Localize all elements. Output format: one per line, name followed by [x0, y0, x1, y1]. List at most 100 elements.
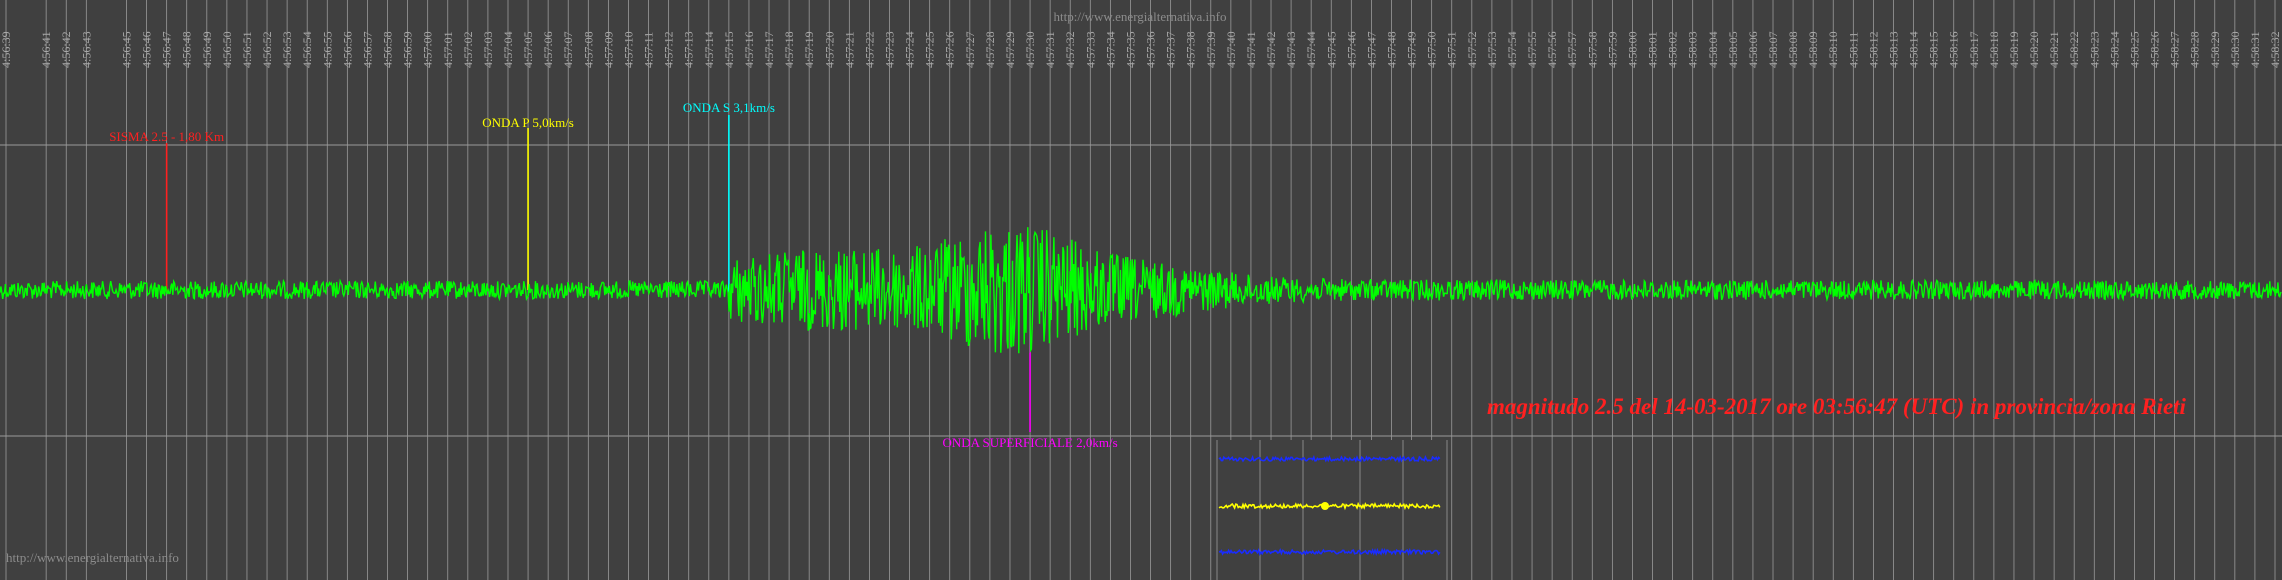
x-tick-label: 4:58:09: [1806, 31, 1820, 68]
watermark-top: http://www.energialternativa.info: [1054, 9, 1227, 24]
x-tick-label: 4:56:39: [0, 31, 13, 68]
x-tick-label: 4:58:30: [2228, 31, 2242, 68]
x-tick-label: 4:57:39: [1204, 31, 1218, 68]
x-tick-label: 4:58:16: [1947, 31, 1961, 68]
x-tick-label: 4:57:57: [1565, 31, 1579, 68]
x-tick-label: 4:58:05: [1726, 31, 1740, 68]
x-tick-label: 4:56:54: [300, 31, 314, 68]
x-tick-label: 4:57:09: [601, 31, 615, 68]
x-tick-label: 4:57:17: [762, 31, 776, 68]
x-tick-label: 4:58:20: [2027, 31, 2041, 68]
x-tick-label: 4:58:08: [1786, 31, 1800, 68]
x-tick-label: 4:57:29: [1003, 31, 1017, 68]
x-tick-label: 4:56:55: [320, 31, 334, 68]
watermark-bottom: http://www.energialternativa.info: [6, 550, 179, 565]
x-tick-label: 4:57:02: [461, 31, 475, 68]
x-tick-label: 4:58:14: [1907, 31, 1921, 68]
x-tick-label: 4:57:42: [1264, 31, 1278, 68]
x-tick-label: 4:58:00: [1625, 31, 1639, 68]
x-tick-label: 4:58:18: [1987, 31, 2001, 68]
x-tick-label: 4:56:50: [220, 31, 234, 68]
x-tick-label: 4:57:38: [1184, 31, 1198, 68]
x-tick-label: 4:58:22: [2067, 31, 2081, 68]
x-tick-label: 4:56:53: [280, 31, 294, 68]
x-tick-label: 4:56:49: [200, 31, 214, 68]
x-tick-label: 4:57:06: [541, 31, 555, 68]
x-tick-label: 4:57:13: [682, 31, 696, 68]
x-tick-label: 4:57:58: [1585, 31, 1599, 68]
x-tick-label: 4:56:43: [79, 31, 93, 68]
x-tick-label: 4:57:22: [862, 31, 876, 68]
x-tick-label: 4:57:36: [1144, 31, 1158, 68]
x-tick-label: 4:57:48: [1384, 31, 1398, 68]
x-tick-label: 4:57:33: [1083, 31, 1097, 68]
x-tick-label: 4:58:27: [2168, 31, 2182, 68]
x-tick-label: 4:57:59: [1605, 31, 1619, 68]
marker-label: SISMA 2.5 - 1,80 Km: [109, 129, 224, 144]
x-tick-label: 4:58:07: [1766, 31, 1780, 68]
x-tick-label: 4:56:58: [381, 31, 395, 68]
x-tick-label: 4:57:00: [421, 31, 435, 68]
x-tick-label: 4:56:46: [140, 31, 154, 68]
x-tick-label: 4:57:37: [1164, 31, 1178, 68]
x-tick-label: 4:57:07: [561, 31, 575, 68]
x-tick-label: 4:57:45: [1324, 31, 1338, 68]
x-tick-label: 4:57:19: [802, 31, 816, 68]
x-tick-label: 4:57:11: [642, 32, 656, 68]
x-tick-label: 4:56:48: [180, 31, 194, 68]
x-tick-label: 4:57:24: [903, 31, 917, 68]
x-tick-label: 4:57:14: [702, 31, 716, 68]
x-tick-label: 4:57:46: [1344, 31, 1358, 68]
x-tick-label: 4:58:32: [2268, 31, 2282, 68]
x-tick-label: 4:57:51: [1445, 31, 1459, 68]
x-tick-label: 4:56:41: [39, 31, 53, 68]
x-tick-label: 4:57:53: [1485, 31, 1499, 68]
x-tick-label: 4:58:21: [2047, 31, 2061, 68]
x-tick-label: 4:56:47: [160, 31, 174, 68]
x-tick-label: 4:57:56: [1545, 31, 1559, 68]
x-tick-label: 4:56:51: [240, 31, 254, 68]
x-tick-label: 4:58:29: [2208, 31, 2222, 68]
x-tick-label: 4:57:35: [1123, 31, 1137, 68]
x-tick-label: 4:58:23: [2087, 31, 2101, 68]
x-tick-label: 4:58:11: [1846, 32, 1860, 68]
x-tick-label: 4:58:24: [2107, 31, 2121, 68]
x-tick-label: 4:58:31: [2248, 31, 2262, 68]
x-tick-label: 4:57:44: [1304, 31, 1318, 68]
x-tick-label: 4:58:01: [1646, 31, 1660, 68]
x-tick-label: 4:57:49: [1405, 31, 1419, 68]
x-tick-label: 4:57:31: [1043, 31, 1057, 68]
x-tick-label: 4:57:28: [983, 31, 997, 68]
x-tick-label: 4:57:20: [822, 31, 836, 68]
marker-label: ONDA P 5,0km/s: [482, 115, 574, 130]
seismogram-chart: 4:56:39 4:56:41 4:56:42 4:56:43 4:56:45 4:56:…: [0, 0, 2282, 580]
inset-trace-blob: [1321, 502, 1329, 510]
component-inset: [1213, 440, 1449, 580]
x-tick-label: 4:57:23: [883, 31, 897, 68]
x-tick-label: 4:57:01: [441, 31, 455, 68]
x-tick-label: 4:56:56: [340, 31, 354, 68]
x-tick-label: 4:57:10: [621, 31, 635, 68]
x-tick-label: 4:57:50: [1425, 31, 1439, 68]
marker-label: ONDA SUPERFICIALE 2,0km/s: [942, 435, 1117, 450]
x-tick-label: 4:58:12: [1866, 31, 1880, 68]
x-tick-label: 4:58:25: [2127, 31, 2141, 68]
marker-label: ONDA S 3,1km/s: [683, 100, 775, 115]
x-tick-label: 4:57:55: [1525, 31, 1539, 68]
x-tick-label: 4:58:04: [1706, 31, 1720, 68]
x-tick-label: 4:56:42: [59, 31, 73, 68]
x-tick-label: 4:56:52: [260, 31, 274, 68]
x-tick-label: 4:57:15: [722, 31, 736, 68]
x-tick-label: 4:58:15: [1927, 31, 1941, 68]
x-tick-label: 4:58:13: [1886, 31, 1900, 68]
x-tick-label: 4:56:57: [360, 31, 374, 68]
x-tick-label: 4:58:06: [1746, 31, 1760, 68]
x-tick-label: 4:57:40: [1224, 31, 1238, 68]
x-tick-label: 4:57:26: [943, 31, 957, 68]
x-tick-label: 4:57:27: [963, 31, 977, 68]
x-tick-label: 4:57:41: [1244, 31, 1258, 68]
x-tick-label: 4:57:34: [1103, 31, 1117, 68]
x-tick-label: 4:57:08: [581, 31, 595, 68]
x-tick-label: 4:57:32: [1063, 31, 1077, 68]
x-tick-label: 4:58:10: [1826, 31, 1840, 68]
